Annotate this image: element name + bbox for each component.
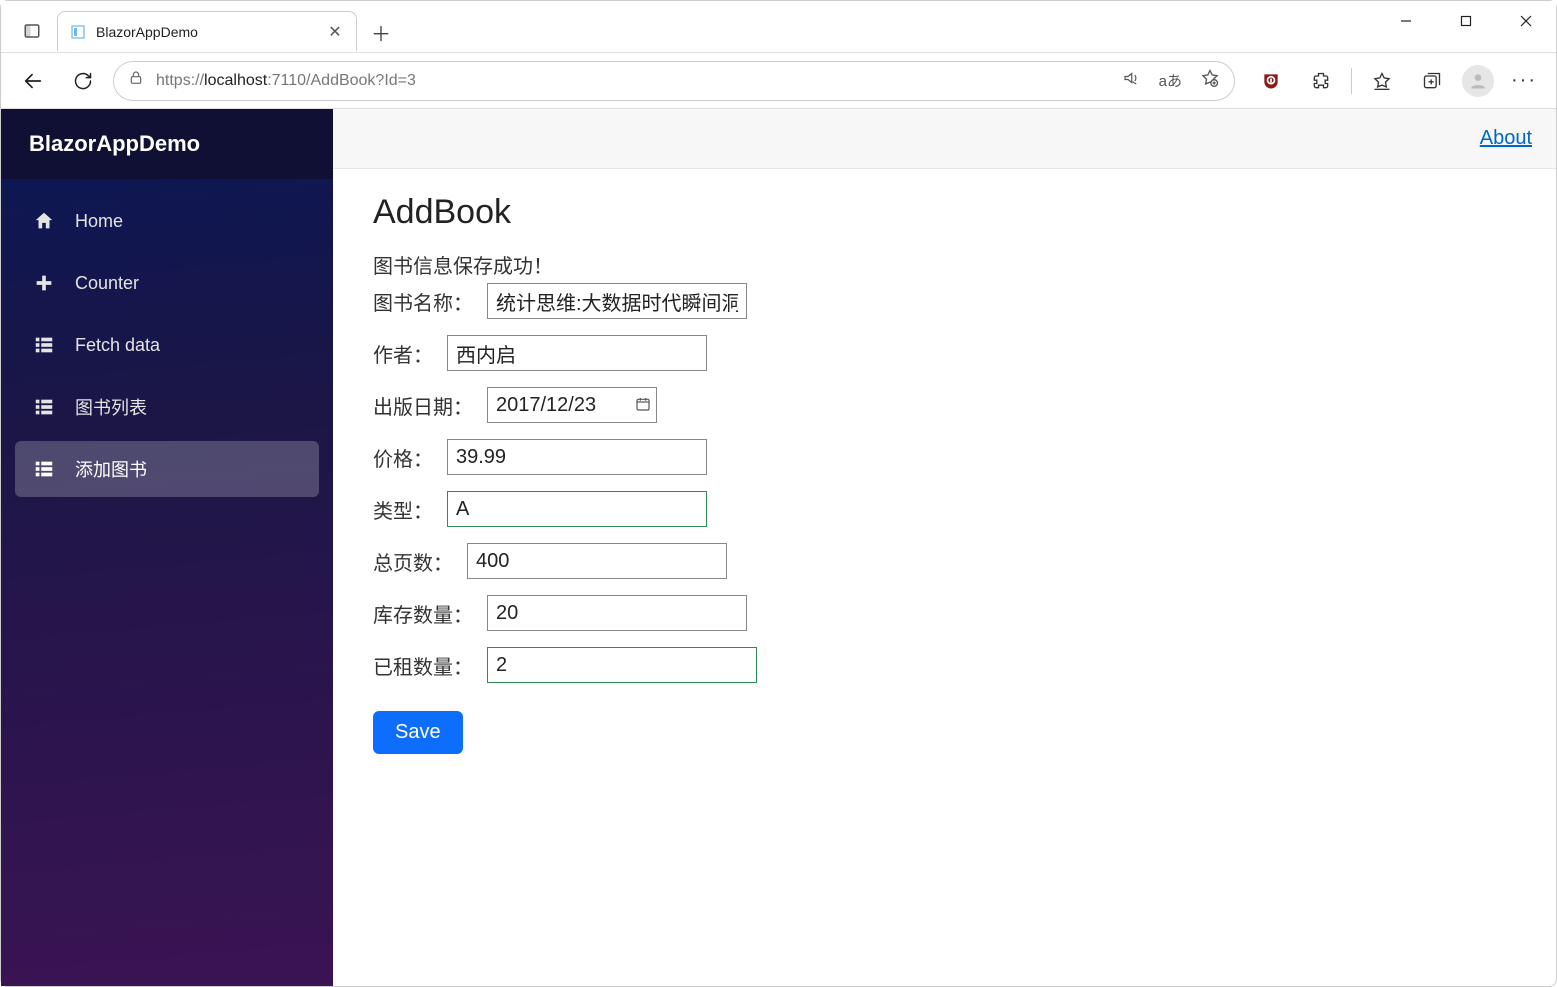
page-title: AddBook bbox=[373, 193, 1516, 232]
address-actions: aあ bbox=[1121, 68, 1220, 93]
sidebar-item-addbook[interactable]: 添加图书 bbox=[15, 441, 319, 497]
row-pubdate: 出版日期： bbox=[373, 387, 1516, 423]
input-author[interactable] bbox=[447, 335, 707, 371]
row-pages: 总页数： bbox=[373, 543, 1516, 579]
save-button[interactable]: Save bbox=[373, 711, 463, 754]
sidebar-item-label: Fetch data bbox=[75, 335, 160, 356]
label-rented: 已租数量： bbox=[373, 651, 473, 680]
separator bbox=[1351, 68, 1352, 94]
address-bar[interactable]: https://localhost:7110/AddBook?Id=3 aあ bbox=[113, 61, 1235, 101]
sidebar-item-label: 图书列表 bbox=[75, 394, 147, 420]
toolbar-right: ··· bbox=[1245, 61, 1544, 101]
row-price: 价格： bbox=[373, 439, 1516, 475]
label-type: 类型： bbox=[373, 495, 433, 524]
input-book-name[interactable] bbox=[487, 283, 747, 319]
brand[interactable]: BlazorAppDemo bbox=[1, 109, 333, 179]
list-icon bbox=[33, 396, 55, 418]
menu-button[interactable]: ··· bbox=[1504, 61, 1544, 101]
nav-back-button[interactable] bbox=[13, 61, 53, 101]
label-price: 价格： bbox=[373, 443, 433, 472]
row-rented: 已租数量： bbox=[373, 647, 1516, 683]
label-book-name: 图书名称： bbox=[373, 287, 473, 316]
lock-icon bbox=[128, 70, 144, 91]
row-author: 作者： bbox=[373, 335, 1516, 371]
list-icon bbox=[33, 458, 55, 480]
sidebar-item-counter[interactable]: Counter bbox=[15, 255, 319, 311]
row-book-name: 图书名称： bbox=[373, 283, 1516, 319]
ublock-icon[interactable] bbox=[1251, 61, 1291, 101]
browser-tab[interactable]: BlazorAppDemo ✕ bbox=[57, 11, 357, 51]
window-close-button[interactable] bbox=[1496, 1, 1556, 41]
tab-title: BlazorAppDemo bbox=[96, 24, 316, 40]
tab-close-button[interactable]: ✕ bbox=[326, 23, 344, 41]
profile-avatar[interactable] bbox=[1462, 65, 1494, 97]
sidebar-item-home[interactable]: Home bbox=[15, 193, 319, 249]
app-root: BlazorAppDemo Home Counter Fetch data 图书… bbox=[1, 109, 1556, 986]
label-author: 作者： bbox=[373, 339, 433, 368]
window-titlebar: BlazorAppDemo ✕ ＋ bbox=[1, 1, 1556, 53]
browser-toolbar: https://localhost:7110/AddBook?Id=3 aあ ·… bbox=[1, 53, 1556, 109]
sidebar-item-label: Counter bbox=[75, 273, 139, 294]
input-pages[interactable] bbox=[467, 543, 727, 579]
row-type: 类型： bbox=[373, 491, 1516, 527]
sidebar-item-booklist[interactable]: 图书列表 bbox=[15, 379, 319, 435]
list-icon bbox=[33, 334, 55, 356]
window-controls bbox=[1376, 1, 1556, 41]
label-pubdate: 出版日期： bbox=[373, 391, 473, 420]
label-stock: 库存数量： bbox=[373, 599, 473, 628]
nav-refresh-button[interactable] bbox=[63, 61, 103, 101]
new-tab-button[interactable]: ＋ bbox=[363, 14, 399, 50]
read-aloud-icon[interactable] bbox=[1121, 69, 1141, 92]
extensions-icon[interactable] bbox=[1301, 61, 1341, 101]
favorites-bar-icon[interactable] bbox=[1362, 61, 1402, 101]
address-url: https://localhost:7110/AddBook?Id=3 bbox=[156, 72, 1109, 90]
tab-strip: BlazorAppDemo ✕ ＋ bbox=[1, 1, 399, 53]
row-stock: 库存数量： bbox=[373, 595, 1516, 631]
window-minimize-button[interactable] bbox=[1376, 1, 1436, 41]
tab-favicon-icon bbox=[70, 24, 86, 40]
input-type[interactable] bbox=[447, 491, 707, 527]
input-rented[interactable] bbox=[487, 647, 757, 683]
window-maximize-button[interactable] bbox=[1436, 1, 1496, 41]
input-stock[interactable] bbox=[487, 595, 747, 631]
sidebar: BlazorAppDemo Home Counter Fetch data 图书… bbox=[1, 109, 333, 986]
sidebar-item-label: Home bbox=[75, 211, 123, 232]
content-area: About AddBook 图书信息保存成功！ 图书名称： 作者： 出版日期： bbox=[333, 109, 1556, 986]
plus-icon bbox=[33, 272, 55, 294]
translate-icon[interactable]: aあ bbox=[1159, 70, 1182, 91]
tab-actions-button[interactable] bbox=[9, 11, 55, 51]
label-pages: 总页数： bbox=[373, 547, 453, 576]
about-link[interactable]: About bbox=[1480, 127, 1532, 150]
top-strip: About bbox=[333, 109, 1556, 169]
save-success-message: 图书信息保存成功！ bbox=[373, 250, 1516, 279]
main-content: AddBook 图书信息保存成功！ 图书名称： 作者： 出版日期： bbox=[333, 169, 1556, 778]
sidebar-item-fetchdata[interactable]: Fetch data bbox=[15, 317, 319, 373]
input-price[interactable] bbox=[447, 439, 707, 475]
sidebar-item-label: 添加图书 bbox=[75, 456, 147, 482]
collections-icon[interactable] bbox=[1412, 61, 1452, 101]
sidebar-nav: Home Counter Fetch data 图书列表 添加图书 bbox=[1, 179, 333, 511]
input-pubdate[interactable] bbox=[487, 387, 657, 423]
favorite-icon[interactable] bbox=[1200, 68, 1220, 93]
home-icon bbox=[33, 210, 55, 232]
